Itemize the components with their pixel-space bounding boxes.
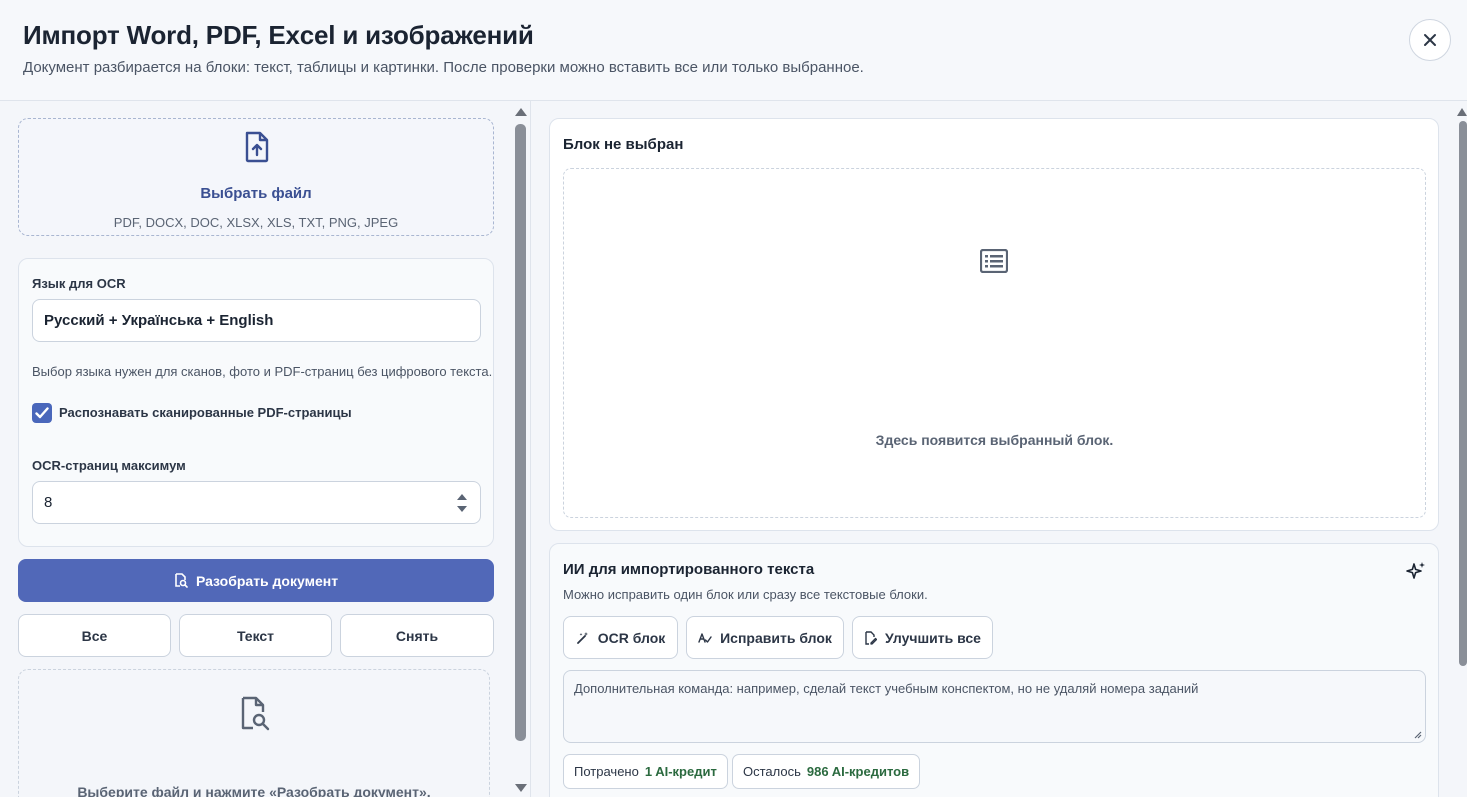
ocr-max-pages-label: OCR-страниц максимум [32,458,186,473]
ocr-language-select[interactable]: Русский + Українська + English [32,299,481,342]
ocr-language-hint: Выбор языка нужен для сканов, фото и PDF… [32,364,493,379]
scan-pdf-label[interactable]: Распознавать сканированные PDF-страницы [59,405,352,420]
close-button[interactable] [1409,19,1451,61]
blocks-list-empty: Выберите файл и нажмите «Разобрать докум… [18,669,490,797]
ocr-max-pages-value: 8 [44,494,53,511]
spent-credits-chip: Потрачено 1 AI-кредит [563,754,728,789]
remaining-credits-chip: Осталось 986 AI-кредитов [732,754,921,789]
ai-command-input[interactable]: Дополнительная команда: например, сделай… [563,670,1426,743]
ocr-max-pages-input[interactable]: 8 [32,481,481,524]
ocr-language-label: Язык для OCR [32,276,126,291]
fix-block-label: Исправить блок [720,629,832,646]
blocks-empty-message: Выберите файл и нажмите «Разобрать докум… [77,784,431,797]
sparkle-icon [1406,562,1425,579]
improve-all-button[interactable]: Улучшить все [852,616,993,659]
dialog-subtitle: Документ разбирается на блоки: текст, та… [23,59,864,76]
parse-document-button[interactable]: Разобрать документ [18,559,494,602]
close-icon [1424,34,1436,46]
right-scroll-thumb[interactable] [1459,121,1467,666]
fix-block-button[interactable]: Исправить блок [686,616,844,659]
left-scrollbar[interactable] [512,101,530,797]
dialog-title: Импорт Word, PDF, Excel и изображений [23,20,534,50]
scroll-down-icon[interactable] [515,784,527,792]
left-scroll-thumb[interactable] [515,124,526,741]
preview-empty-message: Здесь появится выбранный блок. [875,432,1114,448]
right-panel: Блок не выбран Здесь появится выбранный … [531,101,1457,797]
ocr-settings-card: Язык для OCR Русский + Українська + Engl… [18,258,494,547]
check-icon [35,407,49,419]
right-scrollbar[interactable] [1457,101,1467,797]
ai-command-placeholder: Дополнительная команда: например, сделай… [574,681,1199,696]
scroll-up-icon[interactable] [1457,108,1467,116]
stepper-arrows-icon[interactable] [456,491,468,515]
file-edit-icon [865,630,878,645]
ocr-block-button[interactable]: OCR блок [563,616,678,659]
choose-file-label[interactable]: Выбрать файл [19,185,493,202]
ai-subtitle: Можно исправить один блок или сразу все … [563,587,928,602]
spell-check-icon [698,632,712,643]
list-icon [980,249,1008,273]
file-search-icon [241,696,270,731]
ai-title: ИИ для импортированного текста [563,561,815,578]
ocr-language-value: Русский + Українська + English [44,312,274,329]
file-upload-icon [245,131,269,163]
dialog-header: Импорт Word, PDF, Excel и изображений До… [0,0,1467,101]
file-dropzone[interactable]: Выбрать файл PDF, DOCX, DOC, XLSX, XLS, … [18,118,494,236]
remaining-value: 986 AI-кредитов [806,764,910,779]
resize-handle-icon[interactable] [1413,730,1422,739]
spent-label: Потрачено [574,764,639,779]
clear-selection-button[interactable]: Снять [340,614,494,657]
improve-all-label: Улучшить все [885,629,981,646]
file-search-icon [175,573,188,588]
preview-title: Блок не выбран [563,136,684,153]
filter-text-button[interactable]: Текст [179,614,332,657]
supported-formats: PDF, DOCX, DOC, XLSX, XLS, TXT, PNG, JPE… [113,215,399,230]
preview-area: Здесь появится выбранный блок. [563,168,1426,518]
ai-tools-card: ИИ для импортированного текста Можно исп… [549,543,1439,797]
block-preview-card: Блок не выбран Здесь появится выбранный … [549,118,1439,531]
ocr-block-label: OCR блок [597,629,666,646]
scan-pdf-checkbox[interactable] [32,403,52,423]
filter-all-button[interactable]: Все [18,614,171,657]
spent-value: 1 AI-кредит [644,764,717,779]
scroll-up-icon[interactable] [515,108,527,116]
magic-wand-icon [576,631,588,644]
parse-document-label: Разобрать документ [195,572,339,589]
left-panel: Выбрать файл PDF, DOCX, DOC, XLSX, XLS, … [0,101,512,797]
remaining-label: Осталось [743,764,801,779]
